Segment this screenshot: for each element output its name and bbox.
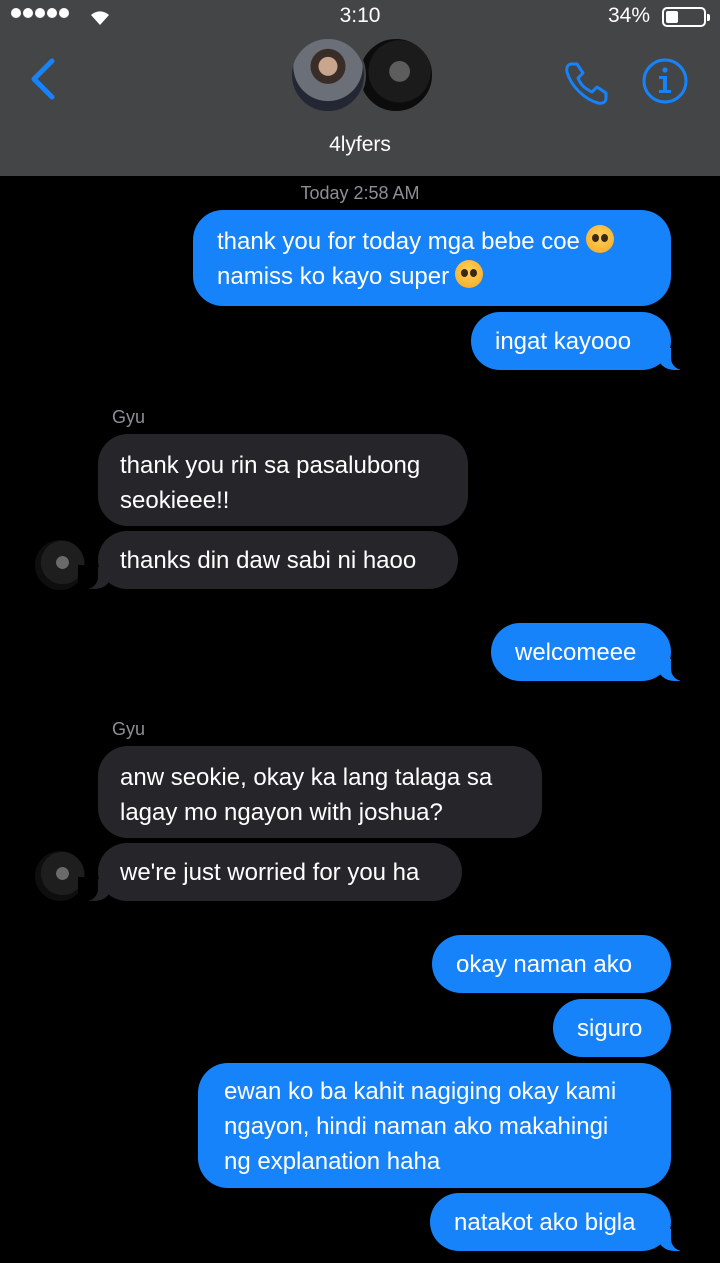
sent-message[interactable]: ewan ko ba kahit nagiging okay kami ngay… [198, 1063, 671, 1188]
message-text: siguro [577, 1015, 643, 1042]
sent-message[interactable]: thank you for today mga bebe coe namiss … [193, 210, 671, 306]
group-avatar-1[interactable] [290, 37, 366, 113]
group-avatar-2[interactable] [358, 37, 434, 113]
message-text: ingat kayooo [495, 328, 632, 355]
message-line: ewan ko ba kahit nagiging okay kami [224, 1078, 617, 1105]
sent-message[interactable]: siguro [553, 999, 671, 1057]
battery-icon [662, 7, 710, 27]
back-button[interactable] [24, 55, 64, 103]
message-text: okay naman ako [456, 951, 633, 978]
message-line: anw seokie, okay ka lang talaga sa [120, 764, 493, 791]
sent-message[interactable]: welcomeee [491, 623, 691, 681]
message-line: thank you for today mga bebe coe [217, 228, 580, 255]
phone-icon[interactable] [562, 58, 612, 108]
battery-percent: 34% [607, 4, 650, 27]
message-line: thank you rin sa pasalubong [120, 452, 421, 479]
pleading-face-emoji-icon [455, 260, 484, 288]
sender-name: Gyu [112, 407, 146, 427]
conversation-timestamp: Today 2:58 AM [300, 183, 420, 203]
conversation-header: 3:10 34% 4lyfers [0, 0, 720, 176]
received-message[interactable]: thanks din daw sabi ni haoo [78, 531, 458, 589]
message-text: natakot ako bigla [454, 1209, 636, 1236]
info-icon[interactable] [641, 57, 689, 105]
sender-name: Gyu [112, 719, 146, 739]
pleading-face-emoji-icon [585, 225, 614, 253]
message-line: ng explanation haha [224, 1148, 441, 1175]
message-text: we're just worried for you ha [120, 859, 420, 886]
received-message[interactable]: we're just worried for you ha [78, 843, 462, 901]
sent-message[interactable]: ingat kayooo [471, 312, 691, 370]
message-line: lagay mo ngayon with joshua? [120, 799, 443, 826]
message-line: namiss ko kayo super [217, 263, 450, 290]
group-name[interactable]: 4lyfers [0, 133, 720, 157]
message-line: seokieee!! [120, 487, 230, 514]
message-text: welcomeee [515, 639, 637, 666]
sent-message[interactable]: okay naman ako [432, 935, 671, 993]
message-line: ngayon, hindi naman ako makahingi [224, 1113, 609, 1140]
received-message[interactable]: anw seokie, okay ka lang talaga sa lagay… [98, 746, 542, 838]
message-text: thanks din daw sabi ni haoo [120, 547, 417, 574]
received-message[interactable]: thank you rin sa pasalubong seokieee!! [98, 434, 468, 526]
sent-message[interactable]: natakot ako bigla [430, 1193, 691, 1251]
